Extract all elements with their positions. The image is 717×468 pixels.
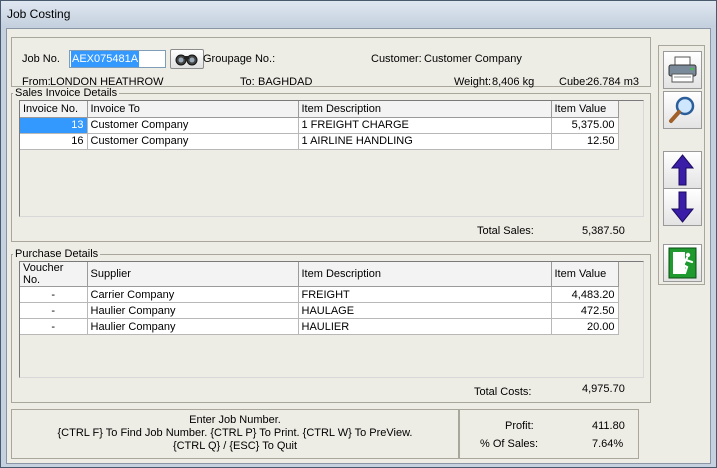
item-value-cell[interactable]: 472.50	[551, 302, 619, 319]
next-button[interactable]	[663, 188, 702, 226]
table-row[interactable]: - Haulier Company HAULIER 20.00	[20, 318, 619, 335]
purchase-details-table: Voucher No. Supplier Item Description It…	[20, 262, 619, 335]
invoice-no-cell[interactable]: 16	[20, 133, 88, 150]
arrow-up-icon	[670, 154, 695, 186]
job-no-input[interactable]: AEX075481A	[69, 50, 166, 68]
purchase-details-group-title: Purchase Details	[13, 248, 101, 260]
voucher-no-cell[interactable]: -	[20, 286, 88, 303]
supplier-cell[interactable]: Haulier Company	[87, 302, 299, 319]
to-label: To:	[240, 76, 255, 88]
print-button[interactable]	[663, 51, 702, 89]
column-header-item-description[interactable]: Item Description	[298, 262, 552, 287]
arrow-down-icon	[670, 191, 695, 223]
purchase-details-grid[interactable]: Voucher No. Supplier Item Description It…	[19, 261, 644, 378]
item-description-cell[interactable]: FREIGHT	[298, 286, 552, 303]
job-no-value: AEX075481A	[71, 51, 140, 67]
item-description-cell[interactable]: HAULAGE	[298, 302, 552, 319]
item-value-cell[interactable]: 4,483.20	[551, 286, 619, 303]
hint-line-1: Enter Job Number.	[189, 414, 281, 426]
action-toolbar	[658, 45, 705, 285]
column-header-item-value[interactable]: Item Value	[551, 262, 619, 287]
column-header-invoice-to[interactable]: Invoice To	[87, 101, 299, 118]
item-value-cell[interactable]: 12.50	[551, 133, 619, 150]
item-description-cell[interactable]: 1 AIRLINE HANDLING	[298, 133, 552, 150]
percent-of-sales-value: 7.64%	[592, 438, 624, 450]
column-header-supplier[interactable]: Supplier	[87, 262, 299, 287]
weight-value: 8,406 kg	[492, 76, 535, 88]
window-client-area: Job No. AEX075481A Groupage No.: Custome…	[6, 28, 711, 464]
preview-button[interactable]	[663, 91, 702, 129]
customer-label: Customer:	[371, 53, 422, 65]
item-value-cell[interactable]: 5,375.00	[551, 117, 619, 134]
item-description-cell[interactable]: 1 FREIGHT CHARGE	[298, 117, 552, 134]
groupage-no-label: Groupage No.:	[203, 53, 276, 65]
printer-icon	[668, 56, 697, 83]
sales-invoice-grid[interactable]: Invoice No. Invoice To Item Description …	[19, 100, 644, 217]
exit-icon	[668, 247, 697, 279]
item-description-cell[interactable]: HAULIER	[298, 318, 552, 335]
supplier-cell[interactable]: Carrier Company	[87, 286, 299, 303]
column-header-invoice-no[interactable]: Invoice No.	[20, 101, 88, 118]
previous-button[interactable]	[663, 151, 702, 189]
table-row[interactable]: 16 Customer Company 1 AIRLINE HANDLING 1…	[20, 133, 619, 150]
invoice-to-cell[interactable]: Customer Company	[87, 117, 299, 134]
table-row[interactable]: - Haulier Company HAULAGE 472.50	[20, 302, 619, 319]
total-sales-label: Total Sales:	[477, 225, 534, 237]
supplier-cell[interactable]: Haulier Company	[87, 318, 299, 335]
job-costing-window: Job Costing Job No. AEX075481A Groupage …	[0, 0, 717, 468]
binoculars-icon	[175, 54, 198, 66]
percent-of-sales-label: % Of Sales:	[480, 438, 539, 450]
column-header-item-description[interactable]: Item Description	[298, 101, 552, 118]
job-header-panel: Job No. AEX075481A Groupage No.: Custome…	[11, 37, 651, 88]
column-header-voucher-no[interactable]: Voucher No.	[20, 262, 88, 287]
total-costs-value: 4,975.70	[582, 383, 625, 395]
table-row[interactable]: 13 Customer Company 1 FREIGHT CHARGE 5,3…	[20, 117, 619, 134]
to-value: BAGHDAD	[258, 76, 313, 88]
hint-line-2: {CTRL F} To Find Job Number. {CTRL P} To…	[57, 427, 413, 439]
total-costs-label: Total Costs:	[474, 386, 532, 398]
customer-value: Customer Company	[424, 53, 522, 65]
profit-value: 411.80	[592, 420, 625, 432]
voucher-no-cell[interactable]: -	[20, 318, 88, 335]
hint-line-3: {CTRL Q} / {ESC} To Quit	[172, 440, 298, 452]
job-no-label: Job No.	[22, 53, 60, 65]
exit-button[interactable]	[663, 244, 702, 282]
column-header-item-value[interactable]: Item Value	[551, 101, 619, 118]
table-header-row: Voucher No. Supplier Item Description It…	[20, 262, 619, 287]
item-value-cell[interactable]: 20.00	[551, 318, 619, 335]
window-title: Job Costing	[7, 7, 71, 21]
profit-label: Profit:	[505, 420, 534, 432]
sales-invoice-table: Invoice No. Invoice To Item Description …	[20, 101, 619, 150]
cube-value: 26.784 m3	[587, 76, 639, 88]
table-header-row: Invoice No. Invoice To Item Description …	[20, 101, 619, 118]
find-job-button[interactable]	[170, 49, 204, 69]
title-bar[interactable]: Job Costing	[1, 1, 716, 27]
invoice-no-cell[interactable]: 13	[20, 117, 88, 134]
profit-panel: Profit: 411.80 % Of Sales: 7.64%	[459, 409, 639, 459]
invoice-to-cell[interactable]: Customer Company	[87, 133, 299, 150]
magnifier-icon	[669, 96, 695, 123]
hint-panel: Enter Job Number. {CTRL F} To Find Job N…	[11, 409, 459, 459]
sales-invoice-group-title: Sales Invoice Details	[13, 87, 120, 99]
total-sales-value: 5,387.50	[582, 225, 625, 237]
cube-label: Cube:	[559, 76, 589, 88]
voucher-no-cell[interactable]: -	[20, 302, 88, 319]
table-row[interactable]: - Carrier Company FREIGHT 4,483.20	[20, 286, 619, 303]
weight-label: Weight:	[454, 76, 492, 88]
